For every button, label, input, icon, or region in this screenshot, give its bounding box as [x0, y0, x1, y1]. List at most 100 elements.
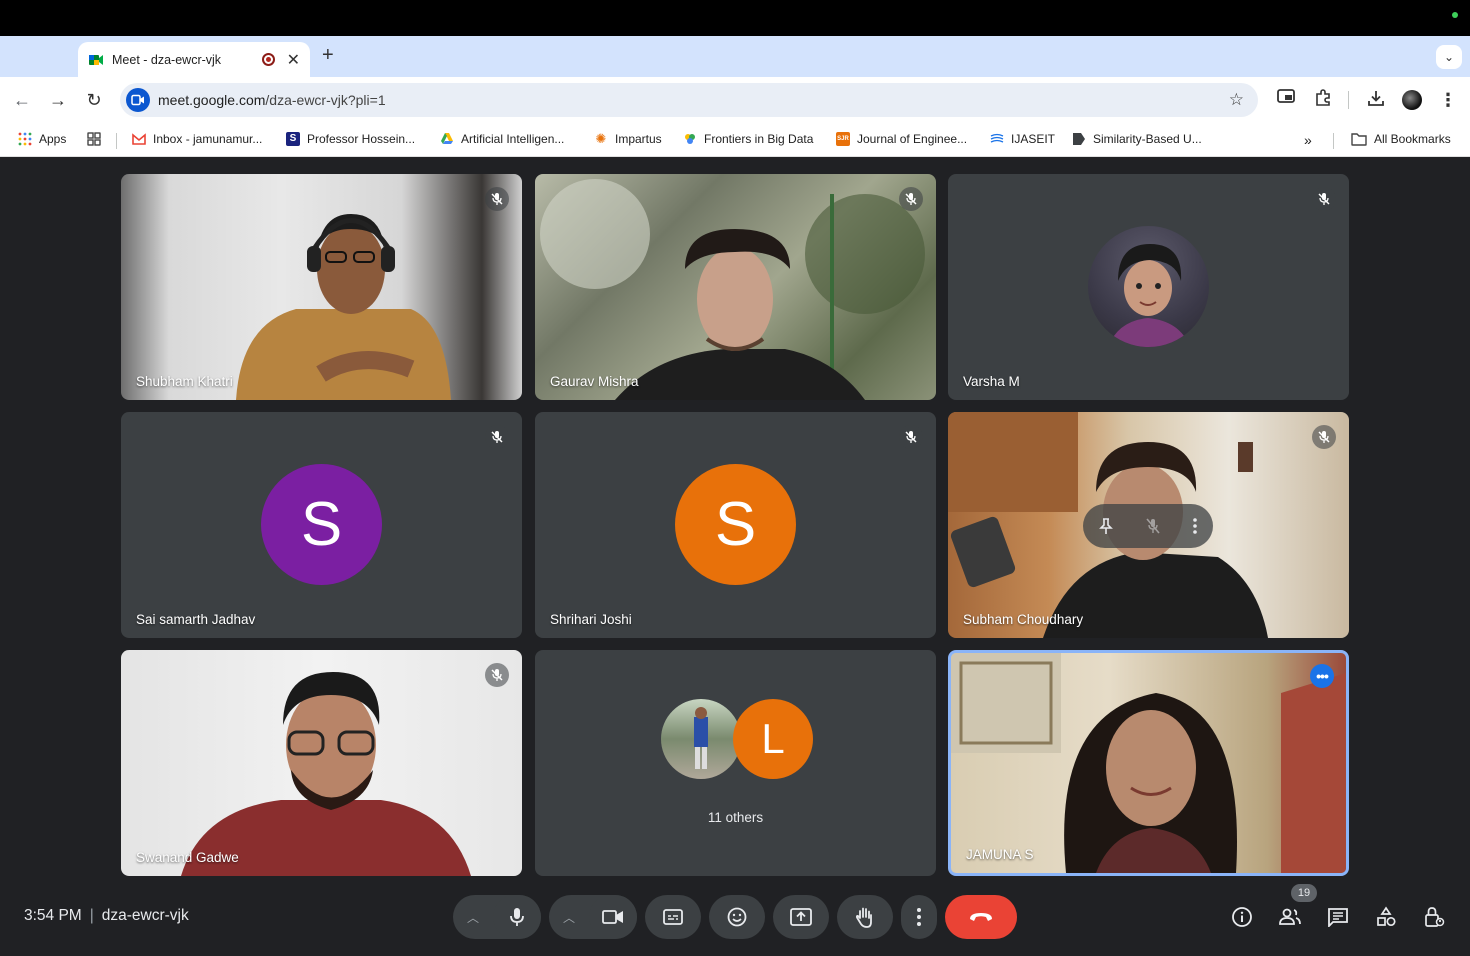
participant-video	[181, 672, 471, 876]
hang-up-icon	[970, 913, 992, 921]
raise-hand-icon	[855, 907, 872, 928]
video-tile[interactable]: Gaurav Mishra	[535, 174, 936, 400]
bookmark-star-icon[interactable]: ☆	[1229, 90, 1244, 110]
separator: |	[89, 907, 94, 924]
bookmark-label: Frontiers in Big Data	[704, 132, 814, 146]
cast-icon[interactable]	[1275, 89, 1297, 111]
meeting-info-text: 3:54 PM | dza-ewcr-vjk	[24, 907, 189, 925]
bookmark-grid[interactable]	[87, 132, 108, 146]
info-icon	[1232, 907, 1252, 927]
present-screen-button[interactable]	[773, 895, 829, 939]
chrome-menu-icon[interactable]: ⋮	[1437, 89, 1459, 111]
chat-icon	[1328, 908, 1348, 927]
camera-indicator	[1452, 12, 1458, 18]
participant-video	[236, 214, 451, 400]
address-bar[interactable]: meet.google.com/dza-ewcr-vjk?pli=1 ☆	[120, 83, 1258, 117]
meeting-details-button[interactable]	[1227, 902, 1257, 932]
mute-participant-icon[interactable]	[1145, 517, 1161, 535]
more-vert-icon	[917, 908, 921, 926]
new-tab-button[interactable]: +	[322, 44, 342, 68]
close-tab-icon[interactable]: ✕	[287, 50, 300, 70]
more-options-button[interactable]	[901, 895, 937, 939]
bookmark-label: Professor Hossein...	[307, 132, 416, 146]
tab-search-button[interactable]: ⌄	[1436, 45, 1462, 69]
people-button[interactable]	[1275, 902, 1305, 932]
other-participant-avatar	[661, 699, 741, 779]
participant-video	[540, 179, 925, 400]
lock-person-icon	[1425, 907, 1445, 927]
video-tile[interactable]: Swanand Gadwe	[121, 650, 522, 876]
tab-meet[interactable]: Meet - dza-ewcr-vjk ✕	[78, 42, 310, 77]
host-controls-button[interactable]	[1419, 902, 1449, 932]
others-count-label: 11 others	[707, 810, 764, 825]
forward-button[interactable]: →	[46, 88, 70, 112]
bookmark-frontiers[interactable]: Frontiers in Big Data	[683, 132, 813, 146]
video-tile[interactable]: Subham Choudhary	[948, 412, 1349, 638]
pin-icon[interactable]	[1098, 517, 1114, 535]
participant-name: Sai samarth Jadhav	[136, 612, 256, 627]
bookmark-label: IJASEIT	[1011, 132, 1056, 146]
participant-name: Shubham Khatri	[136, 374, 233, 389]
others-tile[interactable]: L 11 others	[535, 650, 936, 876]
meet-favicon-icon	[89, 54, 103, 65]
bookmark-similarity[interactable]: Similarity-Based U...	[1072, 132, 1202, 146]
camera-button[interactable]	[589, 895, 637, 939]
video-tile[interactable]: S Sai samarth Jadhav	[121, 412, 522, 638]
raise-hand-button[interactable]	[837, 895, 893, 939]
bookmarks-bar: Apps Inbox - jamunamur... S Professor Ho…	[0, 123, 1470, 157]
extensions-icon[interactable]	[1312, 89, 1334, 111]
video-tile[interactable]: Shubham Khatri	[121, 174, 522, 400]
bookmark-label: Apps	[39, 132, 67, 146]
leave-call-button[interactable]	[945, 895, 1017, 939]
meeting-code: dza-ewcr-vjk	[101, 907, 189, 924]
self-video	[951, 653, 1346, 873]
all-bookmarks-folder[interactable]: All Bookmarks	[1351, 132, 1451, 146]
chat-button[interactable]	[1323, 902, 1353, 932]
participant-name: Subham Choudhary	[963, 612, 1084, 627]
bookmark-apps[interactable]: Apps	[18, 132, 66, 146]
back-button[interactable]: ←	[10, 88, 34, 112]
reload-button[interactable]: ↻	[82, 88, 106, 112]
meet-stage: Shubham Khatri Gaurav Mishra Varsha M S …	[0, 157, 1470, 956]
url-text: meet.google.com/dza-ewcr-vjk?pli=1	[158, 92, 386, 108]
bookmark-inbox[interactable]: Inbox - jamunamur...	[132, 132, 262, 146]
current-time: 3:54 PM	[24, 907, 82, 924]
bookmark-professor[interactable]: S Professor Hossein...	[286, 132, 415, 146]
similarity-icon	[1073, 133, 1085, 145]
participant-name: Varsha M	[963, 374, 1020, 389]
participant-name: Gaurav Mishra	[550, 374, 639, 389]
bookmark-label: Artificial Intelligen...	[461, 132, 565, 146]
bookmark-ijaseit[interactable]: IJASEIT	[990, 132, 1055, 146]
apps-grid-icon	[18, 132, 32, 146]
recording-icon	[261, 53, 275, 66]
self-options-button[interactable]: •••	[1310, 664, 1334, 688]
activities-button[interactable]	[1371, 902, 1401, 932]
sjr-icon: SJR	[836, 132, 850, 146]
more-bookmarks-chevron-icon[interactable]: »	[1304, 132, 1312, 148]
frontiers-icon	[685, 134, 695, 144]
download-icon[interactable]	[1365, 89, 1387, 111]
bookmark-impartus[interactable]: ✺ Impartus	[594, 131, 662, 147]
video-tile[interactable]: Varsha M	[948, 174, 1349, 400]
other-participant-initial-avatar: L	[733, 699, 813, 779]
video-tile[interactable]: S Shrihari Joshi	[535, 412, 936, 638]
audio-control-group: ︿	[453, 895, 541, 939]
site-info-icon[interactable]	[126, 88, 150, 112]
microphone-button[interactable]	[493, 895, 541, 939]
captions-button[interactable]	[645, 895, 701, 939]
profile-avatar[interactable]	[1401, 89, 1423, 111]
self-video-tile[interactable]: ••• JAMUNA S	[948, 650, 1349, 876]
bookmark-journal[interactable]: SJR Journal of Enginee...	[836, 132, 967, 146]
people-icon	[1279, 908, 1301, 925]
more-options-icon[interactable]	[1192, 517, 1198, 535]
audio-settings-chevron-icon[interactable]: ︿	[467, 909, 479, 926]
video-settings-chevron-icon[interactable]: ︿	[563, 909, 575, 926]
bookmark-artificial[interactable]: Artificial Intelligen...	[440, 132, 564, 146]
reactions-button[interactable]	[709, 895, 765, 939]
impartus-icon: ✺	[595, 131, 607, 146]
browser-toolbar: ← → ↻ meet.google.com/dza-ewcr-vjk?pli=1…	[0, 77, 1470, 123]
camera-icon	[602, 910, 623, 924]
tab-strip: Meet - dza-ewcr-vjk ✕ + ⌄	[0, 36, 1470, 77]
participant-name: Shrihari Joshi	[550, 612, 632, 627]
bookmark-label: Impartus	[615, 132, 662, 146]
